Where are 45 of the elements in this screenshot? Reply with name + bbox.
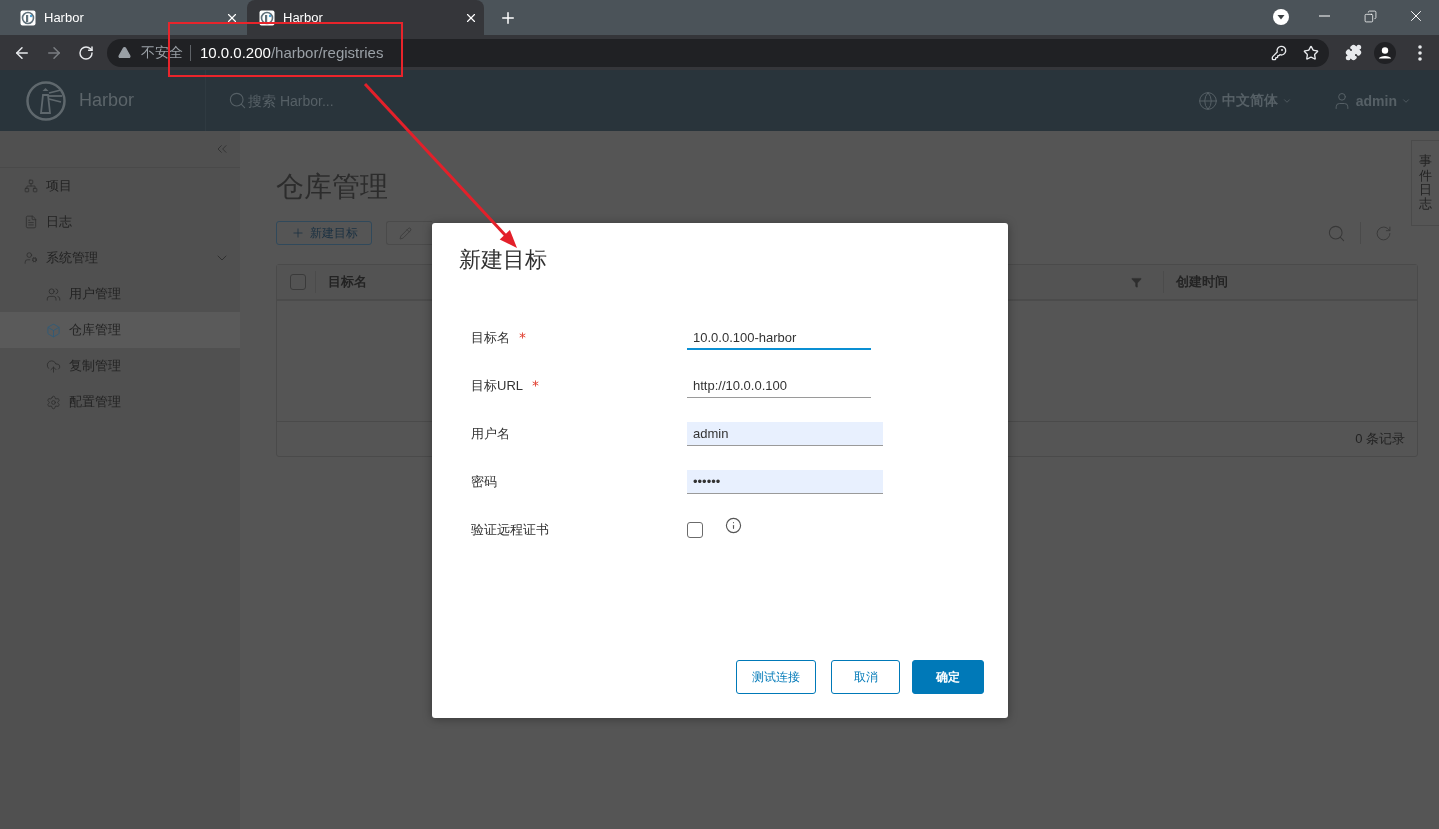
user-gear-icon [24, 251, 38, 265]
key-icon [1271, 44, 1287, 61]
users-icon [46, 286, 61, 302]
document-icon [24, 215, 38, 229]
browser-tab[interactable]: Harbor [8, 0, 245, 35]
field-label: 目标名 [471, 329, 510, 347]
cloud-upload-icon [46, 358, 61, 374]
globe-icon [1197, 90, 1218, 111]
address-bar[interactable]: 不安全 10.0.0.200/harbor/registries [107, 38, 1329, 67]
favicon-icon [20, 9, 36, 26]
menu-icon [1418, 44, 1422, 61]
text-input[interactable]: admin [687, 422, 883, 446]
select-all-checkbox[interactable] [290, 274, 306, 290]
restore-icon [1363, 9, 1377, 23]
url-text: 10.0.0.200/harbor/registries [200, 44, 384, 61]
search-icon [1327, 223, 1346, 243]
field-label: 密码 [471, 473, 497, 491]
field-label: 用户名 [471, 425, 510, 443]
text-input[interactable]: 10.0.0.100-harbor [687, 326, 871, 350]
minimize-icon [1318, 15, 1330, 17]
warning-icon [118, 46, 131, 59]
cancel-button[interactable]: 取消 [831, 660, 900, 694]
text-input[interactable]: •••••• [687, 470, 883, 494]
logo-icon [26, 80, 66, 121]
field-label: 验证远程证书 [471, 521, 549, 539]
checkbox[interactable] [687, 522, 703, 538]
security-indicator[interactable]: 不安全 [118, 43, 183, 62]
text-input[interactable]: http://10.0.0.100 [687, 374, 871, 398]
puzzle-icon [1344, 44, 1362, 61]
settings-icon [46, 394, 61, 410]
caret-down-icon [1273, 9, 1289, 25]
search-icon [228, 91, 247, 110]
field-label: 目标URL [471, 377, 523, 395]
info-icon[interactable] [725, 517, 742, 534]
refresh-icon [1375, 224, 1392, 242]
confirm-button[interactable]: 确定 [912, 660, 984, 694]
plus-icon [290, 226, 305, 240]
network-icon [24, 179, 38, 193]
user-avatar-icon [1374, 41, 1396, 64]
test-connection-button[interactable]: 测试连接 [736, 660, 816, 694]
star-icon [1303, 44, 1319, 61]
cube-icon [46, 322, 61, 338]
browser-tab[interactable]: Harbor [247, 0, 484, 35]
reload-icon [78, 44, 94, 61]
dialog-title: 新建目标 [459, 246, 548, 274]
